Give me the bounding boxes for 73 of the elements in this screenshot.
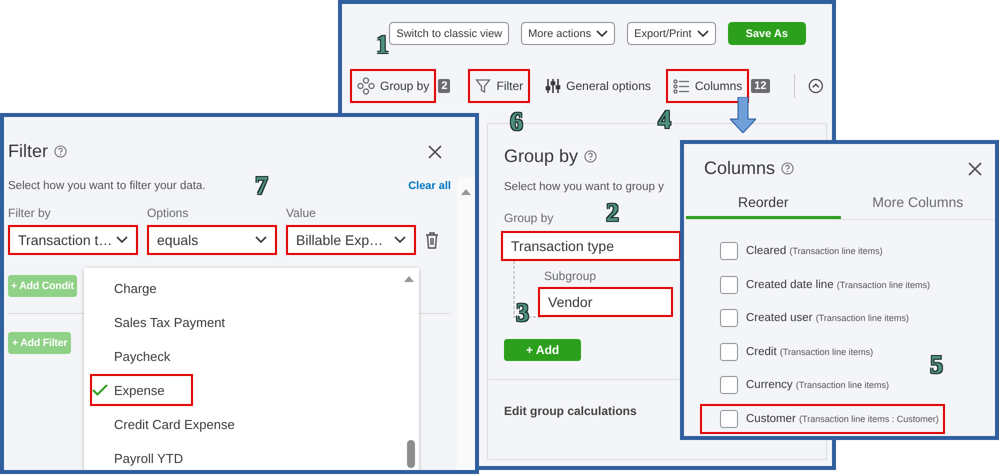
menu-option[interactable]: Paycheck	[90, 340, 172, 372]
callout-number: 3	[516, 298, 529, 328]
help-icon[interactable]	[54, 145, 67, 158]
caret-icon	[596, 30, 608, 38]
toolbar-item[interactable]: Group by	[350, 69, 436, 103]
column-option[interactable]: Created user (Transaction line items)	[700, 303, 911, 333]
column-option[interactable]: Credit (Transaction line items)	[700, 336, 876, 366]
dropdown-field[interactable]: Billable Exp…	[286, 225, 416, 255]
panel-title: Filter	[8, 141, 48, 162]
callout-number: 5	[930, 350, 943, 380]
subgroup-field[interactable]: Vendor	[538, 287, 673, 317]
caret-icon	[116, 236, 128, 244]
callout-number: 4	[658, 105, 671, 135]
checkbox[interactable]	[720, 410, 738, 428]
scroll-up-icon[interactable]	[404, 276, 414, 282]
close-icon[interactable]	[967, 160, 983, 176]
callout-number: 1	[376, 30, 389, 60]
toolbar-button[interactable]: More actions	[521, 22, 616, 45]
scroll-up-icon[interactable]	[461, 189, 471, 195]
menu-option[interactable]: Sales Tax Payment	[90, 306, 228, 338]
group-by-field[interactable]: Transaction type	[501, 231, 681, 261]
toolbar-item[interactable]: Columns	[666, 69, 750, 103]
checkbox[interactable]	[720, 276, 738, 294]
edit-calculations-link[interactable]: Edit group calculations	[504, 404, 637, 418]
description-text: Select how you want to filter your data.	[8, 180, 206, 192]
menu-option[interactable]: Charge	[90, 272, 159, 304]
checkbox[interactable]	[720, 242, 738, 260]
help-icon[interactable]	[781, 162, 794, 175]
field-label: Filter by	[8, 206, 51, 220]
menu-option[interactable]: Payroll YTD	[90, 442, 186, 470]
field-label: Group by	[504, 211, 554, 225]
checkbox[interactable]	[720, 376, 738, 394]
caret-icon	[696, 30, 709, 38]
toolbar-item[interactable]: General options	[538, 69, 658, 103]
panel-title: Columns	[704, 158, 776, 179]
field-label: Options	[147, 206, 188, 220]
callout-number: 7	[255, 171, 268, 201]
scroll-thumb[interactable]	[407, 440, 415, 468]
toolbar-button[interactable]: Export/Print	[627, 22, 716, 45]
caret-icon	[394, 236, 406, 244]
column-option[interactable]: Created date line (Transaction line items)	[700, 270, 932, 300]
checkbox[interactable]	[720, 342, 738, 360]
tab[interactable]: More Columns	[840, 187, 995, 219]
sliders-icon	[545, 78, 562, 94]
help-icon[interactable]	[584, 150, 598, 163]
menu-option[interactable]: Expense	[90, 374, 193, 406]
panel-title: Group by	[504, 146, 578, 167]
toolbar-item[interactable]: Filter	[468, 69, 530, 103]
count-badge: 12	[751, 79, 770, 93]
column-option[interactable]: Customer (Transaction line items : Customer)	[700, 404, 945, 434]
column-option[interactable]: Cleared (Transaction line items)	[700, 236, 885, 266]
list-icon	[672, 78, 690, 94]
caret-icon	[255, 236, 267, 244]
menu-option[interactable]: Credit Card Expense	[90, 408, 237, 440]
field-label: Value	[286, 206, 316, 220]
close-icon[interactable]	[427, 144, 443, 160]
tab[interactable]: Reorder	[686, 187, 840, 219]
collapse-icon[interactable]	[808, 77, 824, 95]
checkbox[interactable]	[720, 309, 738, 327]
down-arrow	[730, 97, 756, 133]
delete-icon[interactable]	[425, 232, 439, 249]
field-label: Subgroup	[544, 269, 596, 283]
count-badge: 2	[438, 79, 450, 93]
dropdown-field[interactable]: equals	[147, 225, 277, 255]
callout-number: 6	[510, 107, 523, 137]
clear-all-link[interactable]: Clear all	[408, 180, 451, 192]
group-icon	[357, 77, 375, 95]
filter-icon	[475, 78, 492, 94]
dropdown-field[interactable]: Transaction t…	[8, 225, 138, 255]
column-option[interactable]: Currency (Transaction line items)	[700, 370, 892, 400]
callout-number: 2	[606, 198, 619, 228]
description-text: Select how you want to group y	[504, 181, 665, 193]
toolbar-button[interactable]: Switch to classic view	[389, 22, 510, 45]
